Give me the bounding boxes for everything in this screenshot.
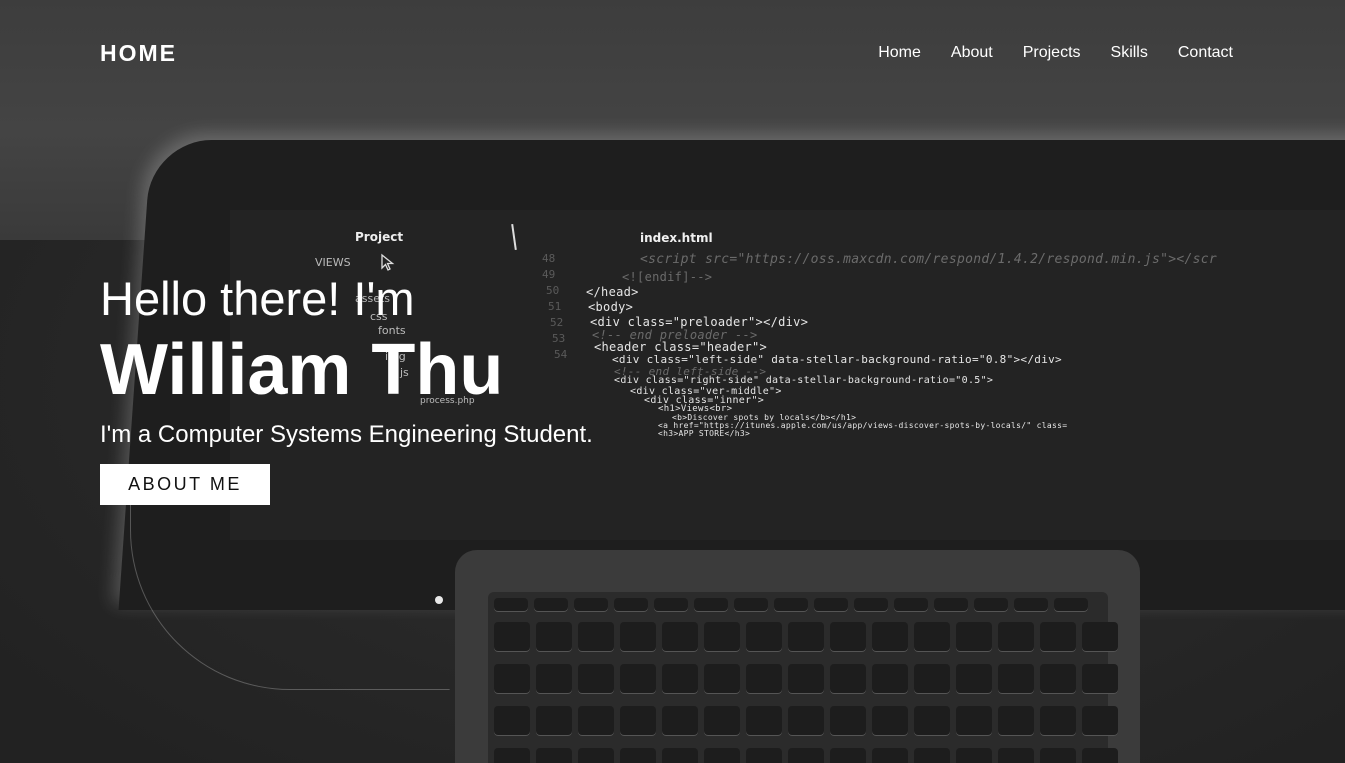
code-line: <h3>APP STORE</h3> bbox=[658, 429, 751, 438]
nav-link-projects[interactable]: Projects bbox=[1023, 44, 1081, 61]
nav-link-skills[interactable]: Skills bbox=[1111, 44, 1148, 61]
top-navbar: HOME Home About Projects Skills Contact bbox=[0, 0, 1345, 110]
hero-tagline: I'm a Computer Systems Engineering Stude… bbox=[100, 421, 593, 448]
hero-section: Hello there! I'm William Thu I'm a Compu… bbox=[100, 272, 593, 505]
code-line: <div class="preloader"></div> bbox=[590, 315, 809, 329]
brand-home-link[interactable]: HOME bbox=[100, 40, 177, 67]
code-line: </head> bbox=[586, 285, 639, 299]
nav-link-contact[interactable]: Contact bbox=[1178, 44, 1233, 61]
tree-item-views: VIEWS bbox=[315, 256, 351, 269]
hero-name: William Thu bbox=[100, 330, 504, 410]
about-me-button[interactable]: ABOUT ME bbox=[100, 464, 270, 505]
power-led bbox=[435, 596, 443, 604]
nav-item-about: About bbox=[951, 44, 993, 62]
code-line: <![endif]--> bbox=[622, 270, 713, 284]
code-line: <header class="header"> bbox=[594, 340, 768, 354]
nav-item-contact: Contact bbox=[1178, 44, 1233, 62]
code-line: <div class="right-side" data-stellar-bac… bbox=[614, 375, 994, 386]
nav-item-skills: Skills bbox=[1111, 44, 1148, 62]
code-line: <script src="https://oss.maxcdn.com/resp… bbox=[640, 252, 1217, 267]
line-number: 48 bbox=[542, 252, 556, 265]
code-line: <body> bbox=[588, 300, 634, 314]
editor-panel-title: Project bbox=[355, 230, 404, 244]
nav-link-home[interactable]: Home bbox=[878, 44, 921, 61]
editor-file-tab: index.html bbox=[640, 231, 713, 245]
laptop-keyboard bbox=[488, 592, 1118, 763]
nav-item-home: Home bbox=[878, 44, 921, 62]
nav-item-projects: Projects bbox=[1023, 44, 1081, 62]
nav-menu: Home About Projects Skills Contact bbox=[878, 44, 1233, 62]
mouse-pointer-icon bbox=[381, 253, 395, 271]
nav-link-about[interactable]: About bbox=[951, 44, 993, 61]
hero-greeting: Hello there! I'm bbox=[100, 272, 415, 325]
